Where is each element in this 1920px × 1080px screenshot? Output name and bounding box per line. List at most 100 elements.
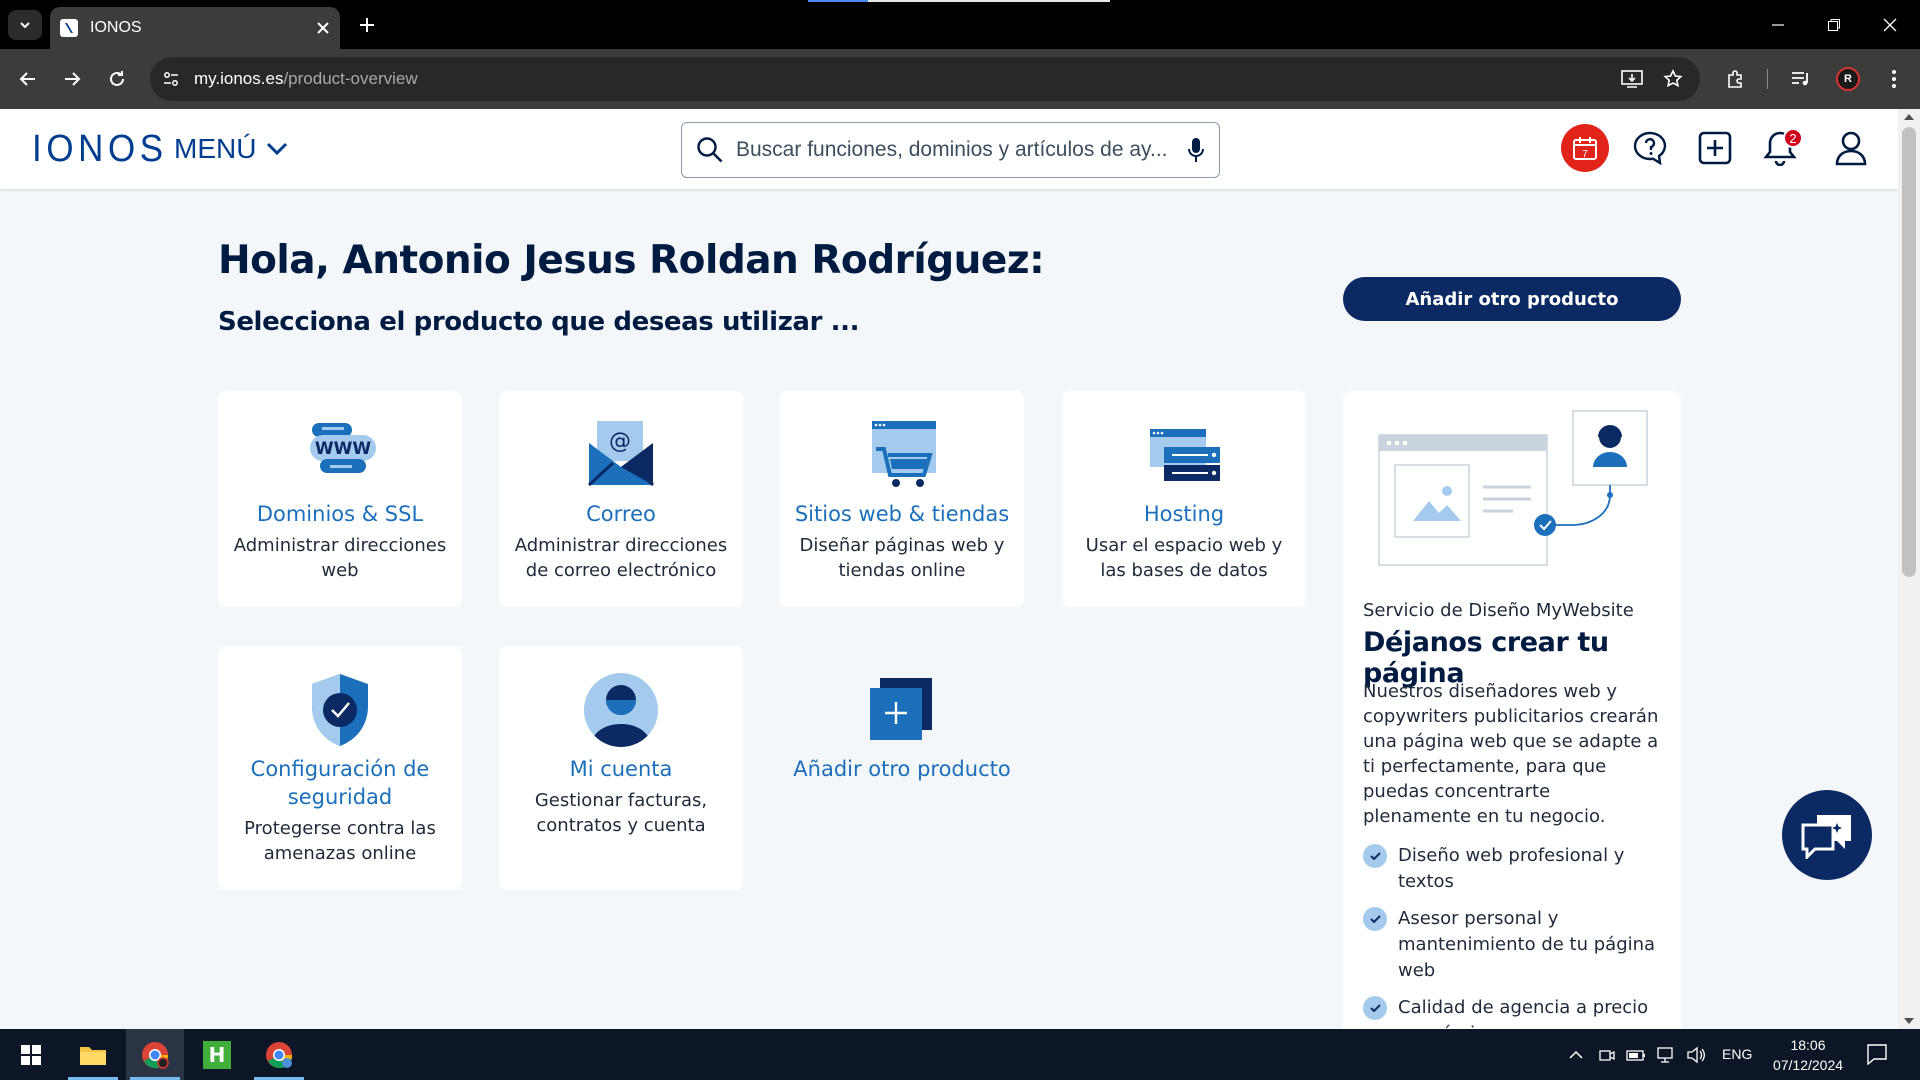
user-account-button[interactable] [1827, 124, 1875, 172]
url-host: my.ionos.es [194, 69, 284, 88]
product-card-description: Administrar direcciones web [233, 535, 447, 581]
browser-toolbar: my.ionos.es/product-overview R [0, 49, 1920, 109]
add-product-button[interactable]: Añadir otro producto [1343, 277, 1681, 321]
more-vertical-icon [1892, 70, 1896, 88]
arrow-right-icon [65, 72, 81, 86]
clock-time: 18:06 [1790, 1037, 1826, 1053]
product-card-account[interactable]: Mi cuenta Gestionar facturas, contratos … [499, 646, 743, 890]
meet-now-icon[interactable] [1598, 1046, 1616, 1064]
server-hosting-icon [1144, 415, 1224, 495]
input-language[interactable]: ENG [1722, 1046, 1752, 1062]
product-card-title: Correo [586, 502, 656, 526]
search-field[interactable]: Buscar funciones, dominios y artículos d… [681, 122, 1220, 178]
back-button[interactable] [10, 61, 46, 97]
address-bar[interactable]: my.ionos.es/product-overview [150, 57, 1700, 101]
taskbar-app-h[interactable]: H [188, 1029, 246, 1080]
product-card-description: Gestionar facturas, contratos y cuenta [534, 790, 708, 836]
restore-window-button[interactable] [1812, 8, 1856, 42]
media-controls-button[interactable] [1787, 65, 1815, 93]
system-clock[interactable]: 18:06 07/12/2024 [1762, 1035, 1854, 1075]
mywebsite-promo-panel: Servicio de Diseño MyWebsite Déjanos cre… [1343, 391, 1681, 1041]
page-subtitle: Selecciona el producto que deseas utiliz… [218, 307, 860, 337]
chevron-down-icon [267, 142, 288, 156]
add-square-icon [1698, 131, 1732, 165]
help-button[interactable] [1626, 124, 1674, 172]
add-product-header-button[interactable] [1691, 124, 1739, 172]
product-card-description: Protegerse contra las amenazas online [244, 818, 436, 864]
chat-support-button[interactable] [1782, 790, 1872, 880]
product-card-title: Mi cuenta [569, 757, 673, 781]
windows-logo-icon [21, 1044, 41, 1065]
toolbar-divider [1767, 69, 1768, 89]
extensions-button[interactable] [1722, 65, 1750, 93]
tab-search-button[interactable] [8, 10, 42, 40]
taskbar-file-explorer[interactable] [64, 1029, 122, 1080]
scrollbar-thumb[interactable] [1902, 127, 1916, 577]
product-card-websites[interactable]: Sitios web & tiendas Diseñar páginas web… [780, 391, 1024, 607]
advent-calendar-button[interactable]: 7 [1561, 124, 1609, 172]
page-load-indicator [808, 0, 1110, 2]
scroll-up-arrow-icon[interactable] [1904, 114, 1914, 120]
chevron-down-icon [20, 22, 30, 29]
browser-tab[interactable]: IONOS [50, 7, 340, 49]
star-icon [1663, 69, 1683, 88]
taskbar-chrome-profile-1[interactable] [126, 1029, 184, 1080]
microphone-icon[interactable] [1187, 136, 1205, 164]
notifications-badge: 2 [1783, 128, 1803, 148]
page-scrollbar[interactable] [1898, 109, 1920, 1029]
new-tab-button[interactable] [352, 10, 382, 40]
promo-feature-text: Diseño web profesional y textos [1398, 845, 1625, 892]
start-button[interactable] [2, 1029, 60, 1080]
folder-icon [80, 1046, 106, 1065]
minimize-window-button[interactable] [1756, 8, 1800, 42]
install-app-button[interactable] [1618, 65, 1646, 93]
product-card-security[interactable]: Configuración de seguridad Protegerse co… [218, 646, 462, 890]
site-header: IONOS MENÚ Buscar funciones, dominios y … [0, 109, 1898, 189]
bookmark-button[interactable] [1659, 65, 1687, 93]
restore-icon [1828, 19, 1840, 31]
close-icon [1883, 18, 1897, 32]
scroll-down-arrow-icon[interactable] [1904, 1018, 1914, 1024]
promo-body: Nuestros diseñadores web y copywriters p… [1363, 681, 1659, 827]
battery-icon[interactable] [1626, 1048, 1646, 1062]
product-card-title: Configuración de seguridad [250, 757, 430, 809]
mail-envelope-icon: @ [581, 415, 661, 495]
reload-button[interactable] [99, 61, 135, 97]
site-settings-icon[interactable] [162, 70, 180, 88]
search-input[interactable]: Buscar funciones, dominios y artículos d… [736, 138, 1187, 162]
product-card-mail[interactable]: @ Correo Administrar direcciones de corr… [499, 391, 743, 607]
product-card-domains[interactable]: WWW Dominios & SSL Administrar direccion… [218, 391, 462, 607]
product-card-hosting[interactable]: Hosting Usar el espacio web y las bases … [1062, 391, 1306, 607]
check-icon [1363, 907, 1387, 931]
url-path: /product-overview [283, 69, 418, 88]
ionos-favicon-icon [60, 19, 78, 37]
browser-tab-bar: IONOS [0, 0, 1920, 49]
browser-menu-button[interactable] [1880, 65, 1908, 93]
install-app-icon [1621, 70, 1643, 88]
add-product-plus-icon [862, 670, 942, 750]
add-product-tile[interactable]: Añadir otro producto [780, 646, 1024, 890]
product-card-title: Añadir otro producto [793, 757, 1011, 781]
main-menu-button[interactable]: MENÚ [174, 133, 288, 165]
network-icon[interactable] [1656, 1046, 1676, 1064]
clock-date: 07/12/2024 [1772, 1057, 1844, 1073]
product-card-description: Usar el espacio web y las bases de datos [1085, 535, 1283, 581]
close-window-button[interactable] [1868, 8, 1912, 42]
chat-bubbles-icon [1801, 815, 1851, 859]
action-center-button[interactable] [1866, 1043, 1888, 1065]
profile-button[interactable]: R [1834, 65, 1862, 93]
ionos-logo[interactable]: IONOS [32, 128, 168, 171]
security-shield-icon [300, 670, 380, 750]
media-queue-icon [1792, 72, 1808, 86]
taskbar-chrome-profile-2[interactable] [250, 1029, 308, 1080]
search-icon [697, 137, 723, 163]
volume-icon[interactable] [1686, 1046, 1706, 1064]
user-icon [1835, 131, 1867, 166]
promo-kicker: Servicio de Diseño MyWebsite [1363, 600, 1634, 621]
product-card-description: Administrar direcciones de correo electr… [514, 535, 728, 581]
forward-button[interactable] [54, 61, 90, 97]
chevron-up-icon[interactable] [1568, 1050, 1584, 1060]
page-greeting: Hola, Antonio Jesus Roldan Rodríguez: [218, 238, 1045, 283]
close-tab-icon[interactable] [316, 21, 330, 35]
arrow-left-icon [19, 72, 35, 86]
